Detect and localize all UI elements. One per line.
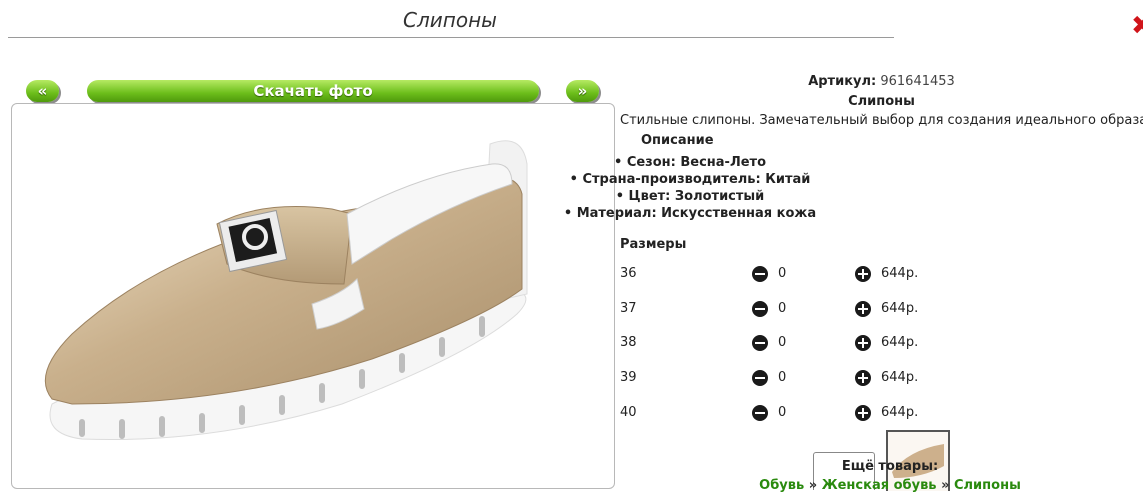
breadcrumb: Обувь » Женская обувь » Слипоны [740,478,1040,493]
page-title: Слипоны [403,8,497,32]
quantity-value: 0 [778,301,787,316]
minus-circle-icon[interactable] [752,370,768,386]
breadcrumb-separator: » [941,478,950,493]
next-photo-button[interactable]: » [566,80,599,102]
plus-circle-icon[interactable] [855,370,871,386]
minus-circle-icon[interactable] [752,335,768,351]
price-value: 644р. [881,266,919,281]
quantity-value: 0 [778,370,787,385]
price-value: 644р. [881,370,919,385]
prev-photo-button[interactable]: « [26,80,59,102]
breadcrumb-link-slipons[interactable]: Слипоны [954,478,1021,493]
size-row: 38 0 644р. [620,335,1020,355]
breadcrumb-separator: » [808,478,818,493]
plus-circle-icon[interactable] [855,266,871,282]
breadcrumb-link-shoes[interactable]: Обувь [759,478,804,493]
plus-circle-icon[interactable] [855,405,871,421]
size-value: 36 [620,266,637,281]
size-row: 36 0 644р. [620,266,1020,286]
price-value: 644р. [881,335,919,350]
article-label: Артикул: [808,74,877,89]
feature-text: Страна-производитель: Китай [582,172,811,187]
breadcrumb-link-women-shoes[interactable]: Женская обувь [822,478,937,493]
size-value: 40 [620,405,637,420]
feature-text: Материал: Искусственная кожа [576,206,817,221]
title-divider [8,37,894,38]
feature-item: • Сезон: Весна-Лето [613,155,767,170]
price-value: 644р. [881,301,919,316]
article-value: 961641453 [880,74,955,89]
price-value: 644р. [881,405,919,420]
size-value: 38 [620,335,637,350]
plus-circle-icon[interactable] [855,335,871,351]
product-description: Стильные слипоны. Замечательный выбор дл… [620,113,1143,128]
feature-text: Сезон: Весна-Лето [626,155,767,170]
feature-item: • Цвет: Золотистый [615,189,765,204]
more-products-title: Ещё товары: [841,459,939,474]
sizes-heading: Размеры [620,237,687,252]
plus-circle-icon[interactable] [855,301,871,317]
minus-circle-icon[interactable] [752,266,768,282]
feature-item: • Материал: Искусственная кожа [563,206,817,221]
size-row: 40 0 644р. [620,405,1020,425]
product-name: Слипоны [848,94,915,109]
feature-text: Цвет: Золотистый [628,189,765,204]
close-icon[interactable]: ✖ [1131,14,1143,38]
size-value: 37 [620,301,637,316]
minus-circle-icon[interactable] [752,301,768,317]
quantity-value: 0 [778,405,787,420]
size-value: 39 [620,370,637,385]
feature-item: • Страна-производитель: Китай [569,172,811,187]
size-row: 37 0 644р. [620,301,1020,321]
description-heading: Описание [641,133,714,148]
size-row: 39 0 644р. [620,370,1020,390]
download-photo-button[interactable]: Скачать фото [87,80,539,102]
minus-circle-icon[interactable] [752,405,768,421]
quantity-value: 0 [778,266,787,281]
article-line: Артикул: 961641453 [620,74,1143,89]
quantity-value: 0 [778,335,787,350]
